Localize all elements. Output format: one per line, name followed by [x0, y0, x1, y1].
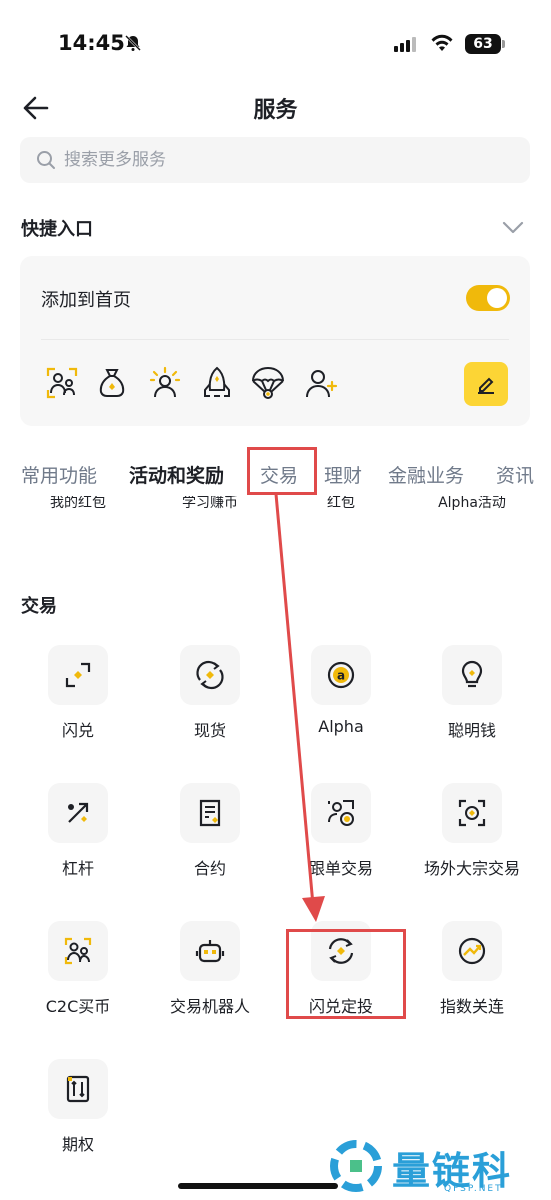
page-title: 服务 — [253, 98, 298, 123]
item-highlight-box — [286, 929, 406, 1019]
alpha-icon: a — [311, 645, 371, 705]
signal-icon — [394, 36, 420, 56]
service-label: 聪明钱 — [447, 721, 496, 740]
chevron-down-icon[interactable] — [502, 220, 524, 239]
service-copy-trade[interactable]: 跟单交易 — [281, 783, 401, 903]
service-leverage[interactable]: 杠杆 — [18, 783, 138, 903]
service-c2c[interactable]: C2C买币 — [18, 921, 138, 1041]
battery-tip — [502, 40, 505, 48]
service-otc[interactable]: 场外大宗交易 — [412, 783, 532, 903]
service-label: 现货 — [193, 721, 226, 740]
quick-access-card: 添加到首页 — [20, 256, 530, 426]
tab-financial-business[interactable]: 金融业务 — [388, 461, 464, 488]
clipped-label: 红包 — [327, 496, 355, 511]
service-swap[interactable]: 闪兑 — [18, 645, 138, 765]
parachute-icon[interactable] — [251, 366, 285, 400]
watermark-subtext: QFSP.NET — [444, 1184, 503, 1194]
service-trading-bot[interactable]: 交易机器人 — [150, 921, 270, 1041]
rocket-icon[interactable] — [200, 366, 234, 400]
search-icon — [37, 151, 55, 169]
service-label: Alpha — [318, 717, 364, 736]
copy-trade-icon — [311, 783, 371, 843]
service-smart-money[interactable]: 聪明钱 — [412, 645, 532, 765]
status-bar: 14:45 63 — [0, 0, 551, 84]
leverage-icon — [48, 783, 108, 843]
service-label: 指数关连 — [439, 997, 504, 1016]
service-label: 闪兑 — [61, 721, 94, 740]
bulb-icon — [442, 645, 502, 705]
service-label: 跟单交易 — [308, 859, 373, 878]
toggle-knob — [487, 288, 507, 308]
service-label: 杠杆 — [61, 859, 94, 878]
clipped-label: 我的红包 — [50, 496, 106, 511]
service-label: 合约 — [193, 859, 226, 878]
clipped-label-row: 我的红包 学习赚币 红包 Alpha活动 — [0, 496, 551, 516]
service-label: 场外大宗交易 — [423, 859, 520, 878]
contract-icon — [180, 783, 240, 843]
search-input[interactable] — [64, 137, 504, 183]
tab-common[interactable]: 常用功能 — [21, 461, 97, 488]
sun-person-icon[interactable] — [148, 366, 182, 400]
edit-button[interactable] — [464, 362, 508, 406]
watermark: 量链科技 QFSP.NET — [326, 1138, 551, 1198]
index-icon — [442, 921, 502, 981]
service-index-link[interactable]: 指数关连 — [412, 921, 532, 1041]
service-contract[interactable]: 合约 — [150, 783, 270, 903]
tab-finance[interactable]: 理财 — [324, 461, 362, 488]
spot-icon — [180, 645, 240, 705]
robot-icon — [180, 921, 240, 981]
watermark-logo-icon — [330, 1140, 382, 1192]
category-tabs: 常用功能 活动和奖励 交易 理财 金融业务 资讯 — [0, 444, 551, 504]
money-bag-icon[interactable] — [95, 366, 129, 400]
clipped-label: 学习赚币 — [182, 496, 238, 511]
trade-section-title: 交易 — [21, 596, 57, 617]
service-alpha[interactable]: a Alpha — [281, 645, 401, 765]
service-spot[interactable]: 现货 — [150, 645, 270, 765]
service-options[interactable]: 期权 — [18, 1059, 138, 1179]
card-divider — [41, 339, 509, 340]
tab-highlight-box — [247, 447, 317, 495]
swap-icon — [48, 645, 108, 705]
bell-muted-icon — [124, 34, 142, 56]
otc-icon — [442, 783, 502, 843]
service-label: C2C买币 — [45, 997, 111, 1016]
options-icon — [48, 1059, 108, 1119]
user-gift-icon[interactable] — [45, 366, 79, 400]
wifi-icon — [430, 33, 454, 57]
quick-access-title: 快捷入口 — [21, 219, 93, 240]
pencil-icon — [478, 377, 494, 394]
search-bar[interactable] — [20, 137, 530, 183]
home-indicator — [178, 1183, 338, 1189]
service-label: 期权 — [61, 1135, 94, 1154]
tab-activities-rewards[interactable]: 活动和奖励 — [129, 461, 224, 488]
battery-indicator: 63 — [465, 34, 501, 54]
tab-news[interactable]: 资讯 — [496, 461, 534, 488]
add-to-home-label: 添加到首页 — [41, 290, 131, 311]
status-time: 14:45 — [58, 31, 125, 55]
add-to-home-toggle[interactable] — [466, 285, 510, 311]
clipped-label: Alpha活动 — [438, 496, 506, 511]
service-label: 交易机器人 — [169, 997, 250, 1016]
c2c-icon — [48, 921, 108, 981]
svg-text:a: a — [337, 669, 345, 683]
add-person-icon[interactable] — [304, 366, 338, 400]
